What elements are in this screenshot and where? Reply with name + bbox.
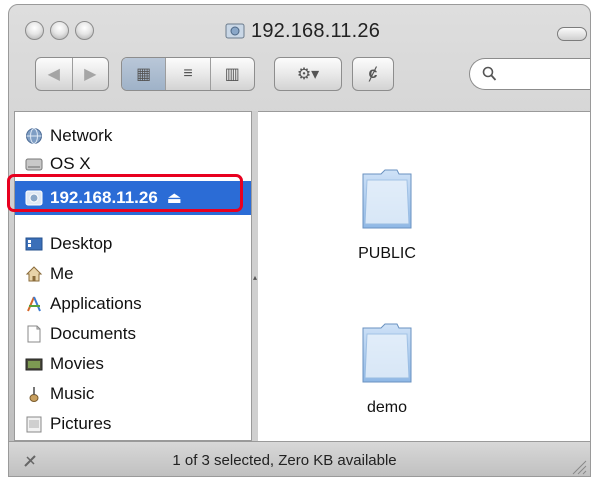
list-view-button[interactable]: ≡	[166, 58, 209, 90]
minimize-button[interactable]	[50, 21, 69, 40]
file-browser: PUBLIC demo	[258, 111, 590, 441]
status-text: 1 of 3 selected, Zero KB available	[172, 452, 397, 469]
toolbar: ◀ ▶ ▦ ≡ ▥ ⚙▾ ȼ	[9, 57, 590, 97]
sidebar-item-network[interactable]: Network	[15, 122, 251, 150]
sidebar-item-desktop[interactable]: Desktop	[15, 230, 251, 258]
sidebar-item-documents[interactable]: Documents	[15, 320, 251, 348]
movies-icon	[25, 355, 43, 373]
gear-icon: ⚙▾	[296, 66, 320, 83]
resize-grip-icon[interactable]	[569, 457, 587, 475]
title-bar[interactable]: 192.168.11.26	[9, 5, 590, 45]
sidebar-item-movies[interactable]: Movies	[15, 350, 251, 378]
harddisk-icon	[25, 155, 43, 173]
applications-icon	[25, 295, 43, 313]
folder-item[interactable]: demo	[342, 318, 432, 417]
sidebar-item-label: Applications	[50, 294, 142, 313]
action-menu-button[interactable]: ⚙▾	[274, 57, 342, 91]
search-field[interactable]	[469, 58, 590, 90]
sidebar-item-label: Desktop	[50, 234, 113, 253]
icon-view-button[interactable]: ▦	[122, 58, 166, 90]
folder-icon	[362, 169, 412, 229]
splitter-handle-icon: ▴	[253, 273, 258, 282]
finder-window: 192.168.11.26 ◀ ▶ ▦ ≡ ▥ ⚙▾ ȼ Network OS …	[8, 4, 591, 477]
folder-icon	[362, 323, 412, 383]
sidebar: Network OS X 192.168.11.26 ⏏ Desktop Me …	[14, 111, 252, 441]
network-icon	[25, 127, 43, 145]
desktop-icon	[25, 235, 43, 253]
server-icon	[225, 23, 245, 39]
status-bar: 1 of 3 selected, Zero KB available	[9, 441, 590, 476]
sidebar-item-label: Me	[50, 264, 74, 283]
music-icon	[25, 385, 43, 403]
folder-label: demo	[366, 399, 408, 416]
forward-button[interactable]: ▶	[72, 58, 108, 90]
toolbar-toggle-button[interactable]	[557, 27, 587, 41]
sidebar-item-label: OS X	[50, 154, 91, 173]
back-button[interactable]: ◀	[36, 58, 72, 90]
pictures-icon	[25, 415, 43, 433]
sidebar-item-label: Music	[50, 384, 95, 403]
sidebar-item-label: Documents	[50, 324, 136, 343]
zoom-button[interactable]	[75, 21, 94, 40]
selection-highlight-box	[7, 174, 243, 212]
column-view-button[interactable]: ▥	[211, 58, 254, 90]
close-button[interactable]	[25, 21, 44, 40]
view-mode-control: ▦ ≡ ▥	[121, 57, 255, 91]
documents-icon	[25, 325, 43, 343]
folder-item[interactable]: PUBLIC	[342, 164, 432, 263]
path-icon: ȼ	[368, 65, 378, 82]
sidebar-item-music[interactable]: Music	[15, 380, 251, 408]
search-icon	[482, 66, 497, 81]
path-button[interactable]: ȼ	[352, 57, 394, 91]
sidebar-item-pictures[interactable]: Pictures	[15, 410, 251, 438]
sidebar-item-applications[interactable]: Applications	[15, 290, 251, 318]
window-title: 192.168.11.26	[225, 19, 380, 43]
home-icon	[25, 265, 43, 283]
back-forward-control: ◀ ▶	[35, 57, 109, 91]
window-title-text: 192.168.11.26	[251, 19, 381, 42]
sidebar-item-label: Network	[50, 126, 113, 145]
sidebar-item-label: Movies	[50, 354, 104, 373]
sidebar-item-me[interactable]: Me	[15, 260, 251, 288]
sidebar-item-label: Pictures	[50, 414, 112, 433]
folder-label: PUBLIC	[358, 245, 416, 262]
